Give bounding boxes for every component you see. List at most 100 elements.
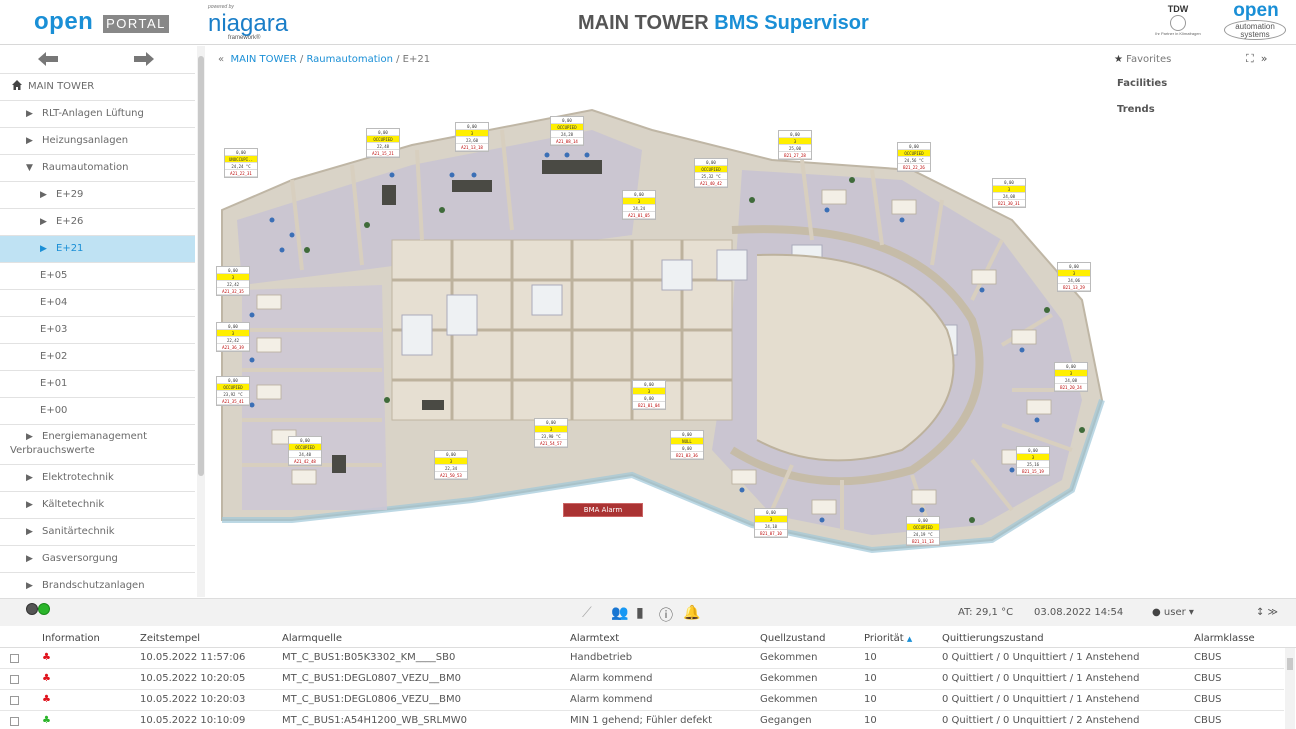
tree-item-energiemanagement[interactable]: ▶ Energiemanagement Verbrauchswerte — [0, 425, 195, 465]
alarm-table-scrollbar-thumb[interactable] — [1287, 658, 1293, 670]
open-portal-logo[interactable]: open — [34, 8, 93, 36]
tree-item-label: Kältetechnik — [42, 499, 105, 510]
forward-arrow-icon[interactable] — [134, 52, 154, 66]
expand-arrow-icon: ▶ — [26, 581, 33, 591]
tree-item-e01[interactable]: E+01 — [0, 371, 195, 398]
datapoint-A21_15_21[interactable]: 0,00 OCCUPIED 22,48 A21_15_21 — [366, 128, 400, 158]
datapoint-A21_35_41[interactable]: 0,00 OCCUPIED 23,92 °C A21_35_41 — [216, 376, 250, 406]
tree-item-e29[interactable]: ▶ E+29 — [0, 182, 195, 209]
datapoint-A21_54_57[interactable]: 0,00 3 23,90 °C A21_54_57 — [534, 418, 568, 448]
favorites-header[interactable]: ★ Favorites — [1114, 54, 1171, 65]
datapoint-value: 0,00 — [217, 377, 249, 384]
expand-arrow-icon: ▶ — [40, 190, 47, 200]
table-row[interactable]: ♣ 10.05.2022 10:20:05 MT_C_BUS1:DEGL0807… — [0, 669, 1284, 690]
col-alarmklasse[interactable]: Alarmklasse — [1194, 633, 1255, 644]
facilities-link[interactable]: Facilities — [1117, 78, 1167, 89]
cell-text: Handbetrieb — [570, 652, 633, 663]
datapoint-value: 0,00 — [993, 179, 1025, 186]
trends-link[interactable]: Trends — [1117, 104, 1155, 115]
datapoint-A21_32_35[interactable]: 0,00 3 22,42 A21_32_35 — [216, 266, 250, 296]
breadcrumb-raumautomation[interactable]: Raumautomation — [306, 54, 392, 65]
datapoint-B21_15_19[interactable]: 0,00 3 25,16 B21_15_19 — [1016, 446, 1050, 476]
sidebar-scrollbar[interactable] — [197, 46, 205, 597]
row-checkbox[interactable] — [10, 675, 19, 684]
datapoint-A21_01_05[interactable]: 0,00 3 24,24 A21_01_05 — [622, 190, 656, 220]
cell-priority: 10 — [864, 694, 877, 705]
datapoint-A21_13_18[interactable]: 0,00 3 23,60 A21_13_18 — [455, 122, 489, 152]
row-checkbox[interactable] — [10, 696, 19, 705]
tree-item-main-tower[interactable]: MAIN TOWER — [0, 74, 195, 101]
datapoint-status: 3 — [456, 130, 488, 137]
datapoint-id: B21_30_31 — [993, 200, 1025, 207]
table-row[interactable]: ♣ 10.05.2022 11:57:06 MT_C_BUS1:B05K3302… — [0, 648, 1284, 669]
datapoint-A21_22_31[interactable]: 0,00 UNOCCUPI.. 24,24 °C A21_22_31 — [224, 148, 258, 178]
col-prioritaet[interactable]: Priorität ▲ — [864, 633, 912, 644]
tree-item-kaeltetechnik[interactable]: ▶ Kältetechnik — [0, 492, 195, 519]
fullscreen-icon[interactable]: ⛶ — [1246, 52, 1254, 65]
datapoint-A21_40_42[interactable]: 0,00 OCCUPIED 25,32 °C A21_40_42 — [694, 158, 728, 188]
expand-collapse-icon[interactable]: ↕ ≫ — [1256, 607, 1278, 618]
tree-item-raumautomation[interactable]: ▼ Raumautomation — [0, 155, 195, 182]
sidebar-scrollbar-thumb[interactable] — [198, 56, 204, 476]
tree-item-elektrotechnik[interactable]: ▶ Elektrotechnik — [0, 465, 195, 492]
tree-item-heizungsanlagen[interactable]: ▶ Heizungsanlagen — [0, 128, 195, 155]
datapoint-B21_07_10[interactable]: 0,00 3 24,10 B21_07_10 — [754, 508, 788, 538]
alarm-table-scrollbar[interactable] — [1285, 648, 1295, 729]
datapoint-A21_42_48[interactable]: 0,00 OCCUPIED 24,40 A21_42_48 — [288, 436, 322, 466]
datapoint-A21_36_39[interactable]: 0,00 3 22,42 A21_36_39 — [216, 322, 250, 352]
datapoint-status: OCCUPIED — [551, 124, 583, 131]
bell-alarm-icon[interactable]: 🔔 — [683, 605, 700, 621]
tree-item-e02[interactable]: E+02 — [0, 344, 195, 371]
col-alarmtext[interactable]: Alarmtext — [570, 633, 619, 644]
row-checkbox[interactable] — [10, 654, 19, 663]
table-row[interactable]: ♣ 10.05.2022 10:20:03 MT_C_BUS1:DEGL0806… — [0, 690, 1284, 711]
chart-icon[interactable]: ⟋ — [582, 605, 592, 621]
datapoint-B21_30_31[interactable]: 0,00 3 24,08 B21_30_31 — [992, 178, 1026, 208]
col-zeitstempel[interactable]: Zeitstempel — [140, 633, 200, 644]
collapse-panel-icon[interactable]: » — [1261, 52, 1268, 65]
datapoint-B21_20_24[interactable]: 0,00 3 24,08 B21_20_24 — [1054, 362, 1088, 392]
collapse-sidebar-icon[interactable]: « — [218, 54, 224, 65]
tree-item-e21[interactable]: ▶ E+21 — [0, 236, 195, 263]
tree-item-label: E+21 — [56, 243, 84, 254]
datapoint-temperature: 0,00 — [633, 395, 665, 402]
user-menu[interactable]: ● user ▾ — [1152, 607, 1194, 618]
col-quittierungszustand[interactable]: Quittierungszustand — [942, 633, 1044, 644]
bma-alarm-button[interactable]: BMA Alarm — [563, 503, 643, 517]
col-alarmquelle[interactable]: Alarmquelle — [282, 633, 342, 644]
info-icon[interactable]: ⓘ — [659, 605, 673, 625]
breadcrumb-main-tower[interactable]: MAIN TOWER — [230, 54, 296, 65]
datapoint-A21_50_53[interactable]: 0,00 3 22,34 A21_50_53 — [434, 450, 468, 480]
col-quellzustand[interactable]: Quellzustand — [760, 633, 825, 644]
datapoint-temperature: 24,10 — [755, 523, 787, 530]
document-icon[interactable]: ▮ — [636, 605, 644, 621]
datapoint-value: 0,00 — [907, 517, 939, 524]
tree-item-rlt-anlagen[interactable]: ▶ RLT-Anlagen Lüftung — [0, 101, 195, 128]
datapoint-status: 3 — [1055, 370, 1087, 377]
tree-item-sanitaertechnik[interactable]: ▶ Sanitärtechnik — [0, 519, 195, 546]
tree-item-e05[interactable]: E+05 — [0, 263, 195, 290]
datapoint-B21_03_36[interactable]: 0,00 NULL 0,00 B21_03_36 — [670, 430, 704, 460]
users-icon[interactable]: 👥 — [611, 605, 628, 621]
datapoint-B21_11_13[interactable]: 0,00 OCCUPIED 24,19 °C B21_11_13 — [906, 516, 940, 546]
datapoint-B21_13_29[interactable]: 0,00 3 24,06 B21_13_29 — [1057, 262, 1091, 292]
favorites-label: Favorites — [1126, 54, 1172, 65]
datapoint-value: 0,00 — [1017, 447, 1049, 454]
tree-item-gasversorgung[interactable]: ▶ Gasversorgung — [0, 546, 195, 573]
back-arrow-icon[interactable] — [38, 52, 58, 66]
datapoint-B21_27_28[interactable]: 0,00 3 25,00 B21_27_28 — [778, 130, 812, 160]
datapoint-temperature: 23,92 °C — [217, 391, 249, 398]
tree-item-brandschutzanlagen[interactable]: ▶ Brandschutzanlagen — [0, 573, 195, 600]
tree-item-e03[interactable]: E+03 — [0, 317, 195, 344]
table-row[interactable]: ♣ 10.05.2022 10:10:09 MT_C_BUS1:A54H1200… — [0, 711, 1284, 729]
col-information[interactable]: Information — [42, 633, 100, 644]
tree-item-e04[interactable]: E+04 — [0, 290, 195, 317]
expand-arrow-icon: ▶ — [40, 244, 47, 254]
tree-item-e00[interactable]: E+00 — [0, 398, 195, 425]
datapoint-B21_22_26[interactable]: 0,00 OCCUPIED 24,56 °C B21_22_26 — [897, 142, 931, 172]
cell-text: Alarm kommend — [570, 673, 653, 684]
row-checkbox[interactable] — [10, 717, 19, 726]
datapoint-B21_01_04[interactable]: 0,00 3 0,00 B21_01_04 — [632, 380, 666, 410]
tree-item-e26[interactable]: ▶ E+26 — [0, 209, 195, 236]
datapoint-A21_08_14[interactable]: 0,00 OCCUPIED 24,28 A21_08_14 — [550, 116, 584, 146]
